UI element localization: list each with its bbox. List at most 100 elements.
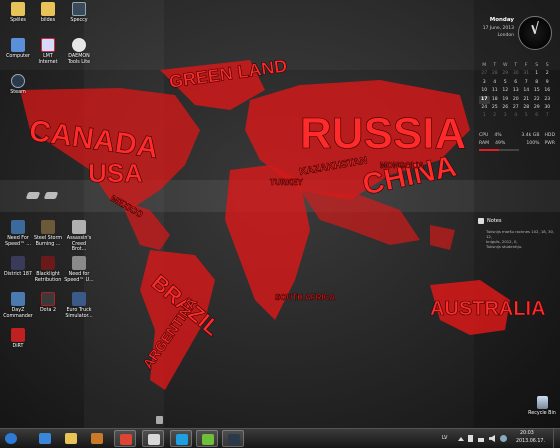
desktop-icon-speles[interactable]: Spēles — [3, 2, 33, 24]
taskbar-date[interactable]: 2013.06.17. — [516, 439, 545, 444]
calendar-day[interactable]: 2 — [542, 70, 553, 78]
pdf-reader-icon — [148, 434, 160, 445]
dota-icon — [41, 292, 55, 306]
calendar-day[interactable]: 10 — [479, 87, 490, 95]
calendar-day[interactable]: 20 — [511, 96, 522, 104]
desktop-icon-dota-2[interactable]: Dota 2 — [33, 292, 63, 314]
notes-gadget[interactable]: Notes Tuksnijs maršu rocknes 102, 18, 30… — [478, 218, 556, 262]
tray-flag-icon[interactable] — [468, 435, 473, 442]
calendar-day[interactable]: 14 — [521, 87, 532, 95]
calendar-day[interactable]: 4 — [490, 79, 501, 87]
internet-explorer-button[interactable] — [34, 430, 56, 447]
game-icon — [72, 256, 86, 270]
calendar-day[interactable]: 7 — [542, 112, 553, 120]
desktop-icon-speccy[interactable]: Speccy — [64, 2, 94, 24]
calendar-day[interactable]: 5 — [521, 112, 532, 120]
language-indicator[interactable]: LV — [442, 436, 447, 441]
calendar-gadget[interactable]: M T W T F S S 27 28 29 30 31 1 2 3 4 5 6 7 8 9 10 11 12 1… — [479, 62, 553, 121]
show-desktop-button[interactable] — [553, 429, 560, 448]
desktop-icon-recycle-bin[interactable]: Recycle Bin — [527, 396, 557, 417]
analog-clock[interactable] — [518, 16, 552, 50]
file-explorer-button[interactable] — [60, 430, 82, 447]
desktop-icon-bildes[interactable]: bildes — [33, 2, 63, 24]
desktop-icon-dirt[interactable]: DiRT — [3, 328, 33, 350]
calendar-day[interactable]: 1 — [532, 70, 543, 78]
desktop-icon-steel-storm[interactable]: Steel Storm Burning ... — [33, 220, 63, 247]
calendar-day[interactable]: 25 — [490, 104, 501, 112]
desktop-icon-dayz-commander[interactable]: DayZ Commander — [3, 292, 33, 319]
calendar-day[interactable]: 27 — [511, 104, 522, 112]
tray-network-icon[interactable] — [478, 435, 484, 442]
calendar-day[interactable]: 3 — [500, 112, 511, 120]
calendar-day[interactable]: 24 — [479, 104, 490, 112]
calendar-day[interactable]: 28 — [521, 104, 532, 112]
calendar-day[interactable]: 5 — [500, 79, 511, 87]
calendar-week-row: 3456789 — [479, 79, 553, 87]
desktop-icon-euro-truck[interactable]: Euro Truck Simulator... — [64, 292, 94, 319]
game-icon — [41, 256, 55, 270]
calendar-day[interactable]: 23 — [542, 96, 553, 104]
calendar-day[interactable]: 8 — [532, 79, 543, 87]
calendar-week-row: 10 11 12 13 14 15 16 — [479, 87, 553, 95]
media-player-button[interactable] — [86, 430, 108, 447]
map-word: TURKEY — [270, 178, 304, 187]
steam-button[interactable] — [222, 430, 244, 447]
calendar-day[interactable]: 7 — [521, 79, 532, 87]
calendar-day[interactable]: 31 — [521, 70, 532, 78]
calendar-day[interactable]: 4 — [511, 112, 522, 120]
memory-total: 3.4k GB — [521, 133, 540, 138]
chrome-button[interactable] — [114, 430, 136, 447]
file-explorer-icon — [65, 433, 77, 444]
calendar-day[interactable]: 27 — [479, 70, 490, 78]
desktop-icon-nfs-undercover[interactable]: Need for Speed™ U... — [64, 256, 94, 283]
trash-icon[interactable] — [156, 416, 163, 424]
calendar-day[interactable]: 19 — [500, 96, 511, 104]
start-button[interactable] — [2, 430, 20, 447]
desktop-icon-steam[interactable]: Steam — [3, 74, 33, 96]
calendar-day[interactable]: 3 — [479, 79, 490, 87]
calendar-day[interactable]: 16 — [542, 87, 553, 95]
calendar-day[interactable]: 2 — [490, 112, 501, 120]
calendar-day[interactable]: 13 — [511, 87, 522, 95]
calendar-day[interactable]: 1 — [479, 112, 490, 120]
skype-button[interactable] — [170, 430, 192, 447]
desktop-icon-blacklight[interactable]: Blacklight Retribution — [33, 256, 63, 283]
calendar-day[interactable]: 28 — [490, 70, 501, 78]
calendar-day[interactable]: 12 — [500, 87, 511, 95]
media-player-icon — [91, 433, 103, 444]
calendar-day[interactable]: 15 — [532, 87, 543, 95]
show-hidden-icons-icon[interactable] — [458, 437, 464, 441]
pdf-reader-button[interactable] — [142, 430, 164, 447]
calendar-day[interactable]: 26 — [500, 104, 511, 112]
desktop-icon-label: Euro Truck Simulator... — [65, 308, 93, 319]
desktop-icon-daemon-tools[interactable]: DAEMON Tools Lite — [64, 38, 94, 65]
taskbar-time[interactable]: 20:03 — [520, 431, 534, 436]
calendar-day[interactable]: 6 — [532, 112, 543, 120]
desktop-icon-assassins-creed[interactable]: Assassin's Creed Brot... — [64, 220, 94, 253]
notes-icon — [478, 218, 484, 224]
calendar-day[interactable]: 17 — [479, 95, 490, 104]
calendar-day[interactable]: 30 — [542, 104, 553, 112]
calendar-day[interactable]: 29 — [532, 104, 543, 112]
tray-steam-icon[interactable] — [500, 435, 507, 442]
calendar-day[interactable]: 9 — [542, 79, 553, 87]
desktop[interactable]: GREEN LAND CANADA USA RUSSIA CHINA MONGO… — [0, 0, 560, 428]
calendar-day[interactable]: 11 — [490, 87, 501, 95]
calendar-day[interactable]: 6 — [511, 79, 522, 87]
desktop-icon-lmt-internet[interactable]: LMT Internet — [33, 38, 63, 65]
calendar-day[interactable]: 22 — [532, 96, 543, 104]
desktop-icon-computer[interactable]: Computer — [3, 38, 33, 60]
calendar-weekday: T — [493, 63, 497, 68]
calendar-day[interactable]: 29 — [500, 70, 511, 78]
calendar-day[interactable]: 18 — [490, 96, 501, 104]
calendar-weekday: F — [524, 63, 528, 68]
map-word: SOUTH AFRICA — [275, 293, 335, 302]
desktop-icon-label: DiRT — [12, 344, 24, 349]
calendar-day[interactable]: 21 — [521, 96, 532, 104]
notes-text[interactable]: Tuksnijs maršu rocknes 102, 18, 30, 12, … — [478, 229, 556, 249]
desktop-icon-district-187[interactable]: District 187 — [3, 256, 33, 278]
tray-volume-icon[interactable] — [489, 435, 495, 442]
utorrent-button[interactable] — [196, 430, 218, 447]
calendar-day[interactable]: 30 — [511, 70, 522, 78]
desktop-icon-nfs[interactable]: Need For Speed™ ... — [3, 220, 33, 247]
